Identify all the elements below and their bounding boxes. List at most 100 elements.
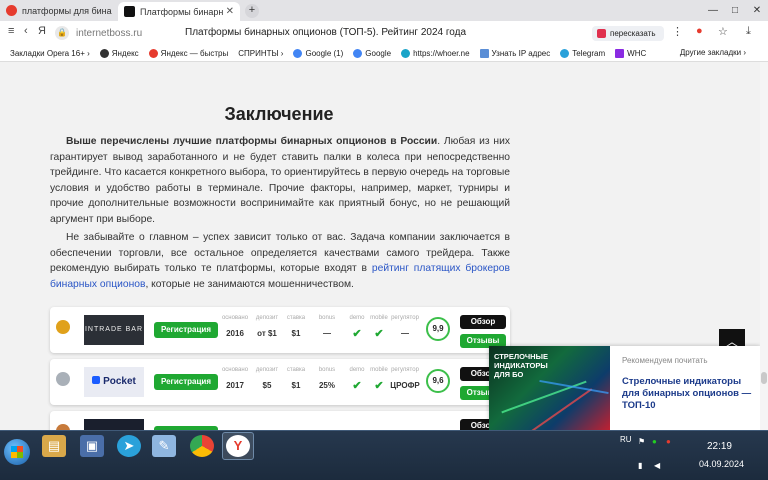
lock-icon[interactable]: 🔒 — [55, 26, 69, 40]
bookmark-item[interactable]: WHC — [615, 48, 646, 58]
scrollbar-thumb[interactable] — [761, 372, 767, 384]
founded-cell: основано 2017 — [221, 367, 249, 390]
bet-cell: ставка $1 — [286, 315, 306, 338]
whoer-icon — [401, 48, 411, 58]
alice-icon[interactable]: ● — [696, 25, 703, 37]
founded-cell: основано 2016 — [221, 315, 249, 338]
bookmark-item[interactable]: Google (1) — [293, 48, 343, 58]
broker-row: Регистрация Обзор — [50, 411, 510, 430]
menu-icon[interactable]: ≡ — [8, 25, 14, 37]
clock-time[interactable]: 22:19 — [707, 441, 732, 452]
deposit-cell: депозит $5 — [255, 367, 279, 390]
bet-cell: ставка $1 — [286, 367, 306, 390]
tab-1-label: платформы для бинарных — [22, 5, 112, 16]
bookmark-item[interactable]: Узнать IP адрес — [479, 48, 550, 58]
tab-bar: платформы для бинарных Платформы бинарны… — [0, 0, 768, 21]
bookmark-item[interactable]: Закладки Opera 16+ › — [10, 49, 90, 58]
score-badge: 9,9 — [426, 317, 450, 341]
bookmark-item[interactable]: Telegram — [560, 48, 605, 58]
other-bookmarks[interactable]: Другие закладки › — [680, 48, 746, 57]
paragraph-1-bold: Выше перечислены лучшие платформы бинарн… — [66, 136, 438, 147]
deposit-cell: депозит от $1 — [255, 315, 279, 338]
explorer-icon[interactable]: ▤ — [42, 435, 66, 457]
site-favicon-icon — [124, 6, 135, 17]
new-tab-button[interactable]: + — [245, 3, 259, 18]
recommend-label: Рекомендуем почитать — [622, 356, 708, 365]
start-button[interactable] — [4, 439, 30, 465]
recommend-image-text: СТРЕЛОЧНЫЕ ИНДИКАТОРЫ ДЛЯ БО — [494, 352, 548, 379]
tab-1[interactable]: платформы для бинарных — [0, 0, 118, 21]
flag-icon[interactable]: ⚑ — [638, 437, 645, 446]
ip-icon — [479, 48, 489, 58]
chrome-icon[interactable] — [190, 435, 214, 457]
article-heading: Заключение — [224, 104, 334, 124]
tab-close-icon[interactable]: ✕ — [226, 6, 234, 17]
regulator-cell: регулятор — — [391, 315, 419, 338]
volume-icon[interactable]: ◀ — [654, 461, 660, 470]
control-panel-icon[interactable]: ▣ — [80, 435, 104, 457]
tray-app-icon[interactable]: ● — [652, 437, 657, 446]
bookmark-icon — [99, 48, 109, 58]
paragraph-1-text: . Любая из них гарантирует вывод заработ… — [50, 136, 510, 225]
yandex-tray-icon[interactable]: ● — [666, 437, 671, 446]
back-icon[interactable]: ‹ — [24, 25, 28, 37]
screen: платформы для бинарных Платформы бинарны… — [0, 0, 768, 480]
recommend-title-link[interactable]: Стрелочные индикаторы для бинарных опцио… — [622, 376, 754, 412]
tab-2-active[interactable]: Платформы бинарных опц ✕ — [118, 2, 240, 21]
yandex-favicon-icon — [6, 5, 17, 16]
telegram-icon[interactable]: ➤ — [117, 435, 141, 457]
window-controls: — □ ✕ — [702, 0, 768, 21]
retell-button[interactable]: пересказать — [592, 26, 664, 41]
bookmark-item[interactable]: Яндекс — [99, 48, 139, 58]
whc-icon — [615, 48, 625, 58]
more-icon[interactable]: ⋮ — [672, 25, 683, 38]
bookmark-item[interactable]: Google — [353, 48, 391, 58]
vertical-scrollbar[interactable] — [760, 62, 768, 430]
bookmark-item[interactable]: https://whoer.ne — [401, 48, 470, 58]
page-viewport: Заключение Выше перечислены лучшие платф… — [0, 62, 768, 430]
network-icon[interactable]: ▮ — [638, 461, 642, 470]
clock-date[interactable]: 04.09.2024 — [699, 459, 744, 469]
bookmark-icon — [148, 48, 158, 58]
bookmarks-bar: Закладки Opera 16+ › Яндекс Яндекс — быс… — [0, 45, 768, 62]
maximize-button[interactable]: □ — [724, 5, 746, 16]
language-indicator[interactable]: RU — [620, 435, 632, 444]
download-icon[interactable]: ⤓ — [746, 25, 751, 38]
close-window-button[interactable]: ✕ — [746, 5, 768, 16]
paragraph-1: Выше перечислены лучшие платформы бинарн… — [50, 134, 510, 227]
medal-silver-icon — [56, 372, 70, 390]
yandex-browser-icon[interactable]: Y — [226, 435, 250, 457]
yandex-logo-icon[interactable]: Я — [38, 25, 46, 37]
broker-logo[interactable]: INTRADE BAR — [84, 315, 144, 345]
page-title: Платформы бинарных опционов (ТОП-5). Рей… — [185, 27, 467, 38]
google-icon — [293, 48, 303, 58]
google-icon — [353, 48, 363, 58]
register-button[interactable]: Регистрация — [154, 322, 218, 338]
taskbar: ▤ ▣ ➤ ✎ Y RU ⚑ ● ● ▮ ◀ 22:19 04.09.2024 — [0, 430, 768, 480]
telegram-icon — [560, 48, 570, 58]
tab-2-label: Платформы бинарных опц — [140, 6, 223, 17]
regulator-cell: регулятор ЦРОФР — [390, 367, 420, 390]
url-field[interactable]: internetboss.ru — [76, 28, 186, 39]
bookmark-icon[interactable]: ☆ — [718, 25, 728, 38]
bookmark-folder[interactable]: СПРИНТЫ › — [238, 49, 283, 58]
address-bar: ≡ ‹ Я 🔒 internetboss.ru Платформы бинарн… — [0, 21, 768, 45]
broker-row: Pocket Регистрация основано 2017 депозит $… — [50, 359, 510, 405]
notepad-icon[interactable]: ✎ — [152, 435, 176, 457]
bonus-cell: bonus — — [318, 315, 336, 338]
bookmark-item[interactable]: Яндекс — быстры — [148, 48, 228, 58]
broker-row: INTRADE BAR Регистрация основано 2016 деп… — [50, 307, 510, 353]
score-badge: 9,6 — [426, 369, 450, 393]
broker-logo[interactable]: Pocket — [84, 367, 144, 397]
paragraph-2-end: , которые не занимаются мошенничеством. — [145, 278, 354, 290]
recommend-image: СТРЕЛОЧНЫЕ ИНДИКАТОРЫ ДЛЯ БО — [489, 346, 610, 430]
paragraph-2: Не забывайте о главном – успех зависит т… — [50, 230, 510, 292]
minimize-button[interactable]: — — [702, 5, 724, 16]
medal-gold-icon — [56, 320, 70, 338]
pocket-logo-icon — [92, 376, 101, 384]
register-button[interactable]: Регистрация — [154, 374, 218, 390]
recommend-widget[interactable]: СТРЕЛОЧНЫЕ ИНДИКАТОРЫ ДЛЯ БО Рекомендуем… — [489, 346, 760, 430]
review-button[interactable]: Обзор — [460, 315, 506, 329]
broker-logo[interactable] — [84, 419, 144, 430]
article: Заключение Выше перечислены лучшие платф… — [46, 62, 512, 430]
